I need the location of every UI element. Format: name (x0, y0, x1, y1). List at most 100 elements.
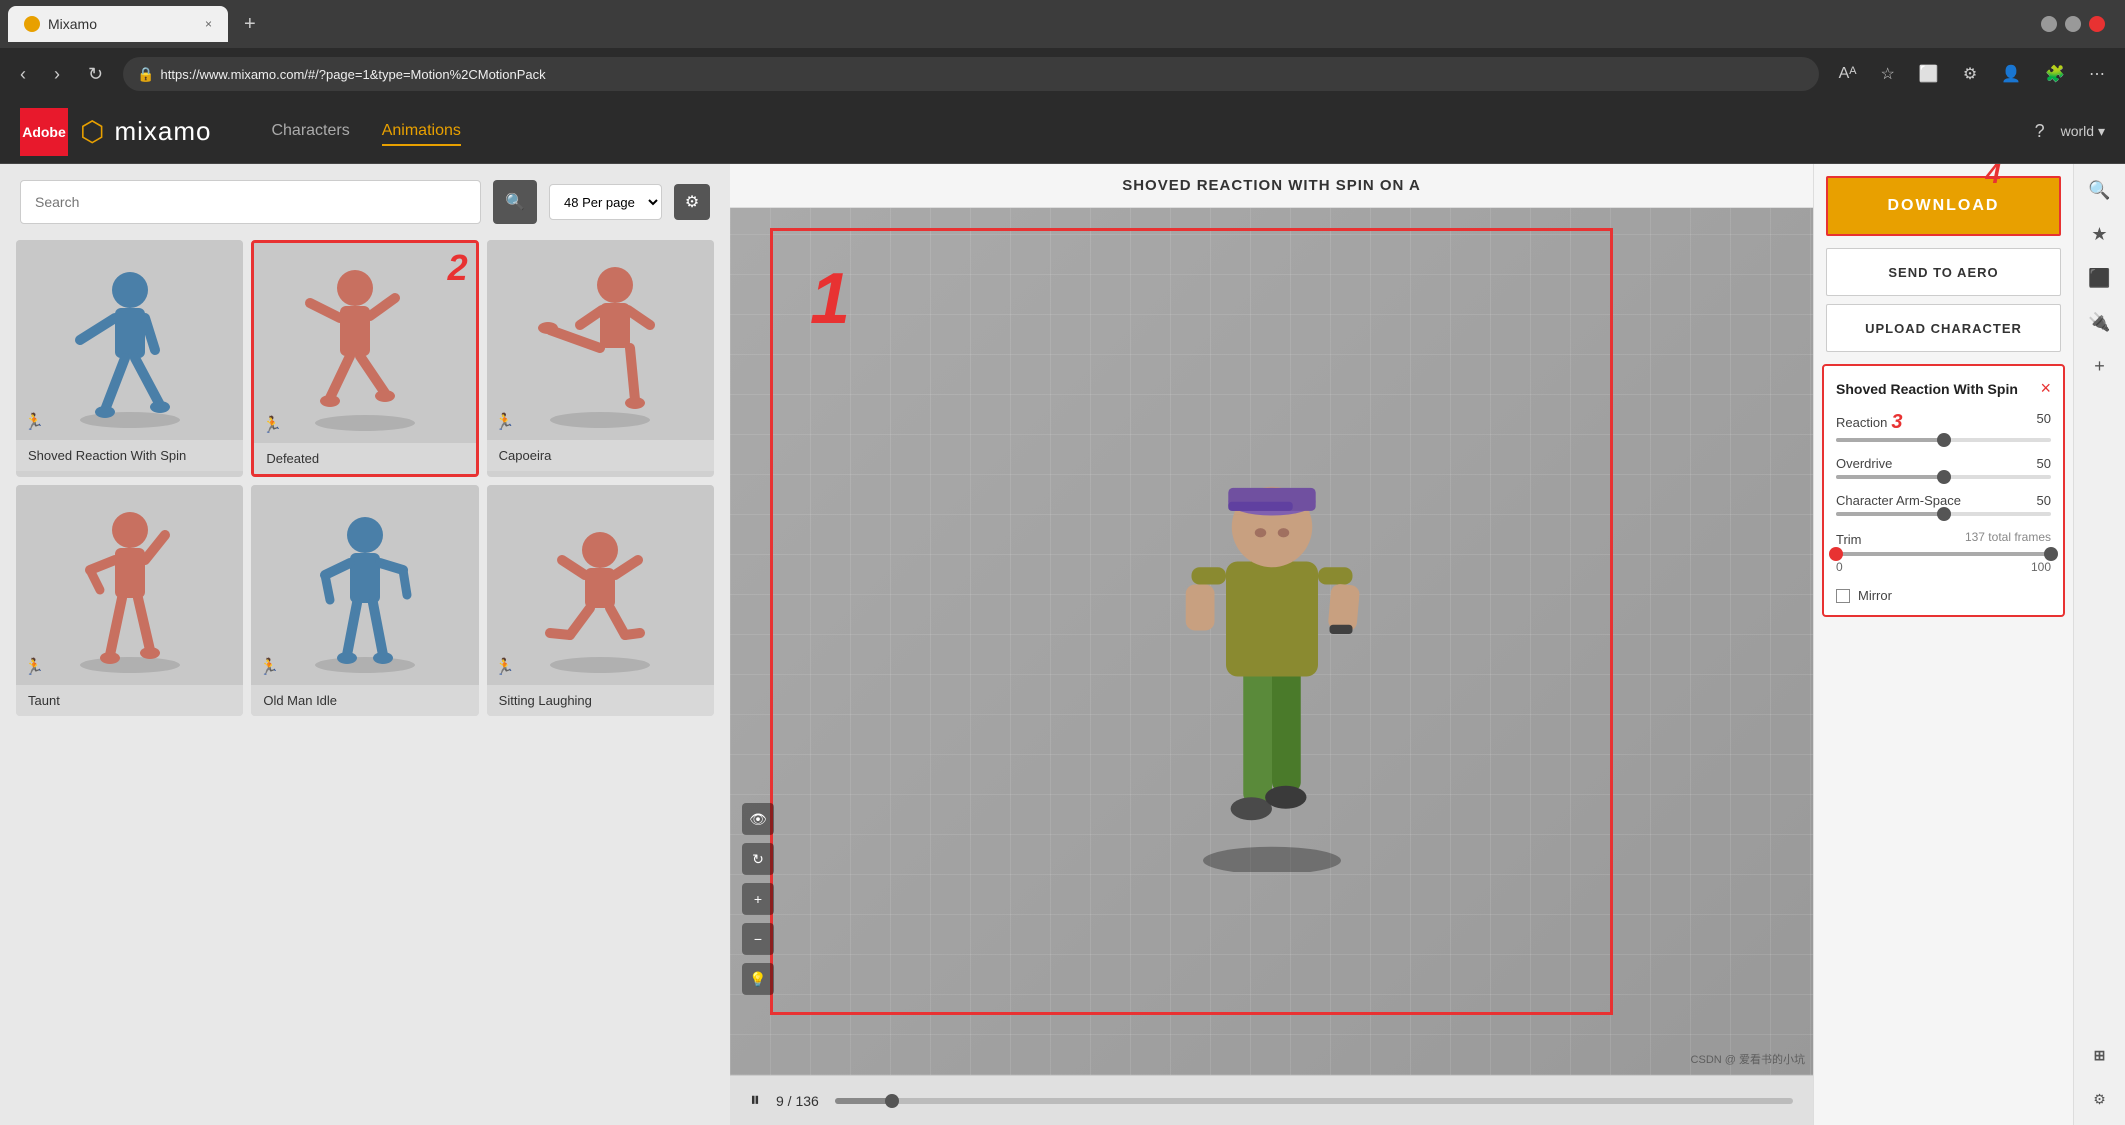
rotate-icon[interactable]: ↻ (742, 843, 774, 875)
run-icon-defeated: 🏃 (262, 415, 282, 435)
arm-space-label-row: Character Arm-Space 50 (1836, 493, 2051, 508)
bs-add-button[interactable]: + (2082, 348, 2118, 384)
trim-slider[interactable] (1836, 552, 2051, 556)
arm-space-param: Character Arm-Space 50 (1836, 493, 2051, 516)
mirror-checkbox[interactable] (1836, 589, 1850, 603)
card-preview-shoved: 🏃 (16, 240, 243, 440)
bs-settings-button[interactable]: ⚙ (2082, 1081, 2118, 1117)
arm-space-thumb[interactable] (1937, 507, 1951, 521)
run-icon-shoved: 🏃 (24, 412, 44, 432)
bs-extension-button[interactable]: 🔌 (2082, 304, 2118, 340)
browser-sidebar: 🔍 ★ ⬛ 🔌 + ⊞ ⚙ (2073, 164, 2125, 1125)
light-icon[interactable]: 💡 (742, 963, 774, 995)
overdrive-param-name: Overdrive (1836, 456, 1892, 471)
frame-counter: 9 / 136 (776, 1093, 819, 1109)
reaction-slider[interactable] (1836, 438, 2051, 442)
zoom-minus-icon[interactable]: − (742, 923, 774, 955)
character-figure (1112, 402, 1432, 882)
sitting-preview-svg (520, 495, 680, 675)
animation-card-sitting[interactable]: 🏃 Sitting Laughing (487, 485, 714, 716)
forward-button[interactable]: › (46, 60, 68, 89)
profile-button[interactable]: 👤 (1993, 60, 2029, 88)
animation-grid: 🏃 Shoved Reaction With Spin (0, 240, 730, 1125)
zoom-plus-icon[interactable]: + (742, 883, 774, 915)
maximize-button[interactable] (2065, 16, 2081, 32)
overdrive-slider[interactable] (1836, 475, 2051, 479)
overdrive-thumb[interactable] (1937, 470, 1951, 484)
params-panel: Shoved Reaction With Spin × Reaction 3 5… (1822, 364, 2065, 617)
taunt-preview-svg (50, 495, 210, 675)
adobe-logo: Adobe (20, 108, 68, 156)
reaction-param: Reaction 3 50 (1836, 411, 2051, 442)
minimize-button[interactable] (2041, 16, 2057, 32)
per-page-select[interactable]: 48 Per page (549, 184, 662, 220)
mixamo-logo: ⬡ mixamo (80, 115, 211, 148)
trim-start-thumb[interactable] (1829, 547, 1843, 561)
favorites-button[interactable]: ☆ (1873, 60, 1903, 88)
character-svg (1132, 412, 1412, 872)
animation-card-oldman[interactable]: 🏃 Old Man Idle (251, 485, 478, 716)
new-tab-button[interactable]: + (232, 13, 268, 36)
animation-card-capoeira[interactable]: 🏃 Capoeira (487, 240, 714, 477)
viewport-area: SHOVED REACTION WITH SPIN ON A 1 (730, 164, 1813, 1125)
upload-character-button[interactable]: UPLOAD CHARACTER (1826, 304, 2061, 352)
playback-bar: ⏸ 9 / 136 (730, 1075, 1813, 1125)
refresh-button[interactable]: ↻ (80, 60, 111, 89)
card-label-defeated: Defeated (254, 443, 475, 474)
tab-favicon (24, 16, 40, 32)
reader-mode-button[interactable]: Aᴬ (1831, 61, 1865, 87)
card-preview-taunt: 🏃 (16, 485, 243, 685)
progress-thumb[interactable] (885, 1094, 899, 1108)
url-bar[interactable]: 🔒 https://www.mixamo.com/#/?page=1&type=… (123, 57, 1819, 91)
window-controls (2041, 16, 2117, 32)
help-button[interactable]: ? (2035, 121, 2045, 142)
run-icon-taunt: 🏃 (24, 657, 44, 677)
send-to-aero-button[interactable]: SEND TO AERO (1826, 248, 2061, 296)
app-header: Adobe ⬡ mixamo Characters Animations ? w… (0, 100, 2125, 164)
bs-collection-button[interactable]: ⬛ (2082, 260, 2118, 296)
download-button[interactable]: DOWNLOAD (1828, 178, 2059, 234)
extensions-button[interactable]: 🧩 (2037, 60, 2073, 88)
split-view-button[interactable]: ⬜ (1911, 60, 1947, 88)
animation-card-shoved[interactable]: 🏃 Shoved Reaction With Spin (16, 240, 243, 477)
active-tab[interactable]: Mixamo × (8, 6, 228, 42)
bs-more-button[interactable]: ⊞ (2082, 1037, 2118, 1073)
arm-space-fill (1836, 512, 1944, 516)
tab-bar: Mixamo × + (0, 0, 2125, 48)
run-icon-sitting: 🏃 (495, 657, 515, 677)
reaction-label-row: Reaction 3 50 (1836, 411, 2051, 434)
url-text: https://www.mixamo.com/#/?page=1&type=Mo… (161, 67, 546, 82)
bs-search-button[interactable]: 🔍 (2082, 172, 2118, 208)
bs-favorites-button[interactable]: ★ (2082, 216, 2118, 252)
lock-icon: 🔒 (137, 66, 154, 83)
search-input[interactable] (20, 180, 481, 224)
overdrive-label-row: Overdrive 50 (1836, 456, 2051, 471)
camera-icon[interactable]: 👁 (742, 803, 774, 835)
card-label-capoeira: Capoeira (487, 440, 714, 471)
animation-card-defeated[interactable]: 2 🏃 Defeated (251, 240, 478, 477)
reaction-thumb[interactable] (1937, 433, 1951, 447)
reaction-param-name: Reaction 3 (1836, 411, 1902, 434)
params-close-button[interactable]: × (2040, 378, 2051, 399)
tab-title: Mixamo (48, 16, 97, 32)
trim-end-thumb[interactable] (2044, 547, 2058, 561)
back-button[interactable]: ‹ (12, 60, 34, 89)
browser-tools: Aᴬ ☆ ⬜ ⚙ 👤 🧩 ⋯ (1831, 60, 2113, 88)
mirror-param: Mirror (1836, 588, 2051, 603)
playback-progress[interactable] (835, 1098, 1793, 1104)
pause-button[interactable]: ⏸ (750, 1089, 760, 1112)
arm-space-slider[interactable] (1836, 512, 2051, 516)
tab-close-button[interactable]: × (205, 17, 212, 31)
close-button[interactable] (2089, 16, 2105, 32)
nav-animations[interactable]: Animations (382, 118, 461, 146)
user-menu-button[interactable]: world ▾ (2061, 123, 2105, 140)
grid-settings-button[interactable]: ⚙ (674, 184, 710, 220)
defeated-preview-svg (285, 253, 445, 433)
trim-param-name: Trim (1836, 532, 1862, 547)
animation-card-taunt[interactable]: 🏃 Taunt (16, 485, 243, 716)
viewport-canvas[interactable]: 1 (730, 208, 1813, 1075)
browser-menu-button[interactable]: ⋯ (2081, 60, 2113, 88)
more-tools-button[interactable]: ⚙ (1955, 60, 1985, 88)
search-button[interactable]: 🔍 (493, 180, 537, 224)
nav-characters[interactable]: Characters (271, 118, 349, 146)
